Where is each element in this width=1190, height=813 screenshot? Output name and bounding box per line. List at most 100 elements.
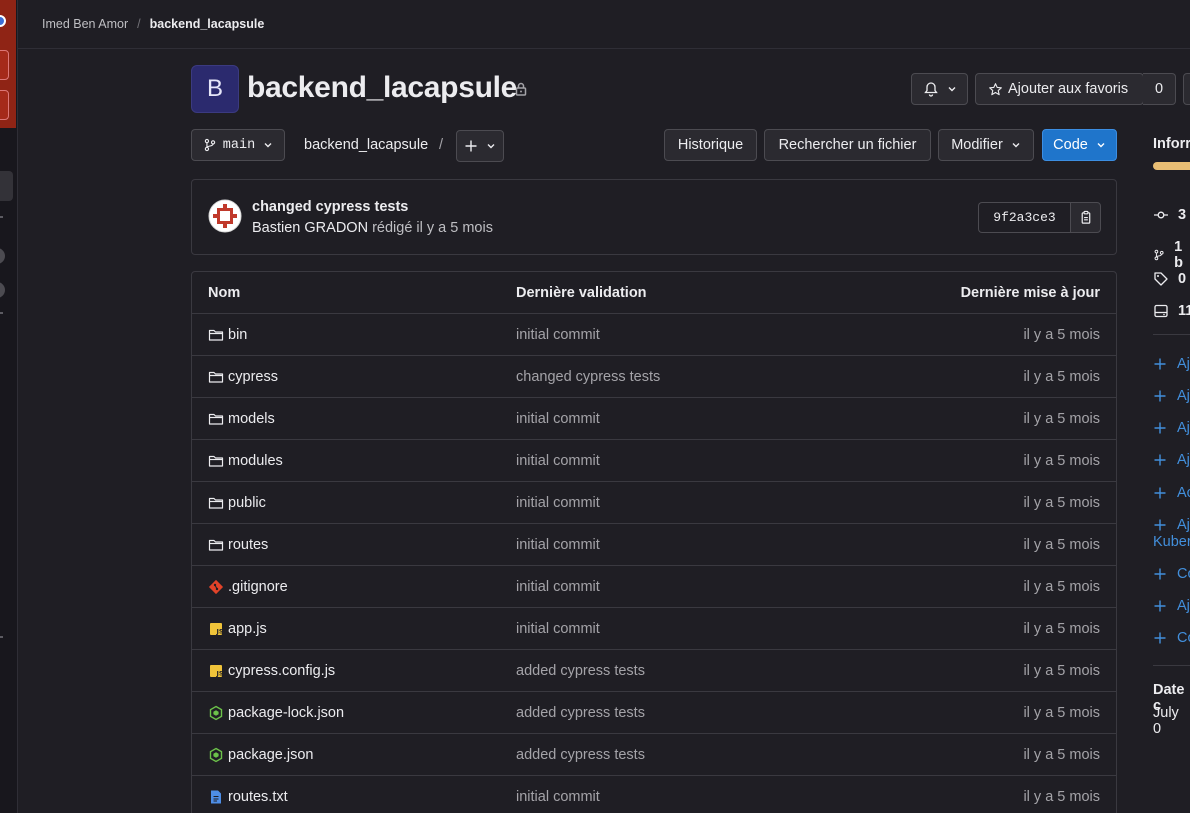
table-row[interactable]: routes initial commit il y a 5 mois [192, 524, 1116, 566]
commit-sha[interactable]: 9f2a3ce3 [978, 202, 1070, 233]
table-row[interactable]: bin initial commit il y a 5 mois [192, 314, 1116, 356]
file-name[interactable]: models [228, 411, 275, 427]
folder-icon [208, 327, 224, 343]
fork-button[interactable] [1183, 73, 1190, 105]
column-name: Nom [208, 285, 241, 301]
copy-sha-button[interactable] [1070, 202, 1101, 233]
file-last-commit[interactable]: initial commit [516, 411, 600, 427]
file-name[interactable]: package-lock.json [228, 705, 344, 721]
sidebar-add-link[interactable]: Aj [1153, 598, 1190, 614]
file-name[interactable]: app.js [228, 621, 267, 637]
file-last-commit[interactable]: initial commit [516, 327, 600, 343]
plus-icon [1154, 600, 1166, 612]
file-last-commit[interactable]: initial commit [516, 579, 600, 595]
table-row[interactable]: public initial commit il y a 5 mois [192, 482, 1116, 524]
table-row[interactable]: modules initial commit il y a 5 mois [192, 440, 1116, 482]
chevron-down-icon [1012, 143, 1020, 148]
folder-icon [208, 495, 224, 511]
breadcrumb-project[interactable]: backend_lacapsule [150, 17, 265, 31]
file-name[interactable]: cypress.config.js [228, 663, 335, 679]
edit-dropdown[interactable]: Modifier [938, 129, 1034, 161]
file-last-commit[interactable]: initial commit [516, 621, 600, 637]
add-file-dropdown[interactable] [456, 130, 504, 162]
table-row[interactable]: JS cypress.config.js added cypress tests il… [192, 650, 1116, 692]
table-row[interactable]: cypress changed cypress tests il y a 5 moi… [192, 356, 1116, 398]
file-name[interactable]: routes.txt [228, 789, 288, 805]
file-name[interactable]: package.json [228, 747, 313, 763]
commit-author[interactable]: Bastien GRADON [252, 220, 368, 236]
sidebar-add-link-label: Ac [1177, 485, 1190, 501]
file-last-commit[interactable]: added cypress tests [516, 747, 645, 763]
star-button[interactable]: Ajouter aux favoris [975, 73, 1144, 105]
sidebar-add-link-label: Aj [1177, 356, 1190, 372]
file-last-commit[interactable]: added cypress tests [516, 705, 645, 721]
file-last-commit[interactable]: initial commit [516, 789, 600, 805]
table-row[interactable]: .gitignore initial commit il y a 5 mois [192, 566, 1116, 608]
author-avatar[interactable] [208, 199, 242, 233]
edit-dropdown-label: Modifier [951, 137, 1003, 153]
sidebar-add-link[interactable]: Aj [1153, 356, 1190, 372]
find-file-button[interactable]: Rechercher un fichier [764, 129, 931, 161]
sidebar-add-link[interactable]: Co [1153, 566, 1190, 582]
sidebar-add-link[interactable]: Aj [1153, 452, 1190, 468]
folder-icon [208, 411, 224, 427]
file-last-update: il y a 5 mois [1023, 579, 1100, 595]
file-last-commit[interactable]: initial commit [516, 537, 600, 553]
sidebar-add-link[interactable]: Co [1153, 630, 1190, 646]
file-name[interactable]: cypress [228, 369, 278, 385]
table-row[interactable]: JS app.js initial commit il y a 5 mois [192, 608, 1116, 650]
branch-selector[interactable]: main [191, 129, 285, 161]
file-last-commit[interactable]: initial commit [516, 495, 600, 511]
file-name[interactable]: routes [228, 537, 268, 553]
storage-stat[interactable]: 11 [1153, 303, 1190, 319]
file-last-commit[interactable]: changed cypress tests [516, 369, 660, 385]
project-info-title: Inforr [1153, 136, 1190, 152]
file-last-commit[interactable]: added cypress tests [516, 663, 645, 679]
text-file-icon [208, 789, 224, 805]
sidebar-item-avatar[interactable] [0, 248, 5, 264]
commit-meta: Bastien GRADON rédigé il y a 5 mois [252, 220, 493, 236]
file-last-update: il y a 5 mois [1023, 411, 1100, 427]
sidebar-item-avatar[interactable] [0, 282, 5, 298]
file-last-commit[interactable]: initial commit [516, 453, 600, 469]
breadcrumb-owner[interactable]: Imed Ben Amor [42, 17, 128, 31]
plus-icon [1154, 358, 1166, 370]
table-row[interactable]: models initial commit il y a 5 mois [192, 398, 1116, 440]
table-row[interactable]: routes.txt initial commit il y a 5 mois [192, 776, 1116, 813]
commit-time: rédigé il y a 5 mois [372, 220, 493, 236]
project-avatar[interactable]: B [191, 65, 239, 113]
sidebar-add-link[interactable]: Aj [1153, 388, 1190, 404]
sidebar-item-project[interactable] [0, 171, 13, 201]
tags-stat[interactable]: 0 [1153, 271, 1186, 287]
table-row[interactable]: package.json added cypress tests il y a 5 … [192, 734, 1116, 776]
history-button[interactable]: Historique [664, 129, 757, 161]
plus-icon [1154, 568, 1166, 580]
file-name[interactable]: public [228, 495, 266, 511]
sidebar-divider [0, 636, 3, 638]
file-name[interactable]: bin [228, 327, 247, 343]
file-name[interactable]: .gitignore [228, 579, 288, 595]
repo-path[interactable]: backend_lacapsule [304, 137, 428, 153]
sidebar-add-link[interactable]: Aj [1153, 517, 1190, 533]
tags-count: 0 [1178, 271, 1187, 287]
chevron-down-icon [487, 144, 495, 149]
issues-button[interactable] [0, 90, 9, 120]
table-row[interactable]: package-lock.json added cypress tests il y… [192, 692, 1116, 734]
commits-stat[interactable]: 3 [1153, 207, 1186, 223]
sidebar-add-link[interactable]: Aj [1153, 420, 1190, 436]
star-count[interactable]: 0 [1143, 73, 1176, 105]
branch-name: main [222, 137, 256, 153]
kubernetes-link-fragment[interactable]: Kuber [1153, 534, 1190, 550]
code-dropdown[interactable]: Code [1042, 129, 1117, 161]
gitlab-logo-icon[interactable] [0, 15, 6, 27]
branches-stat[interactable]: 1 b [1153, 239, 1190, 271]
branch-icon [204, 138, 216, 152]
commit-title[interactable]: changed cypress tests [252, 199, 408, 215]
new-item-button[interactable] [0, 50, 9, 80]
file-last-update: il y a 5 mois [1023, 747, 1100, 763]
notification-button[interactable] [911, 73, 968, 105]
sidebar-add-link[interactable]: Ac [1153, 485, 1190, 501]
copy-icon [1081, 210, 1091, 224]
file-name[interactable]: modules [228, 453, 283, 469]
sidebar-add-link-label: Co [1177, 566, 1190, 582]
